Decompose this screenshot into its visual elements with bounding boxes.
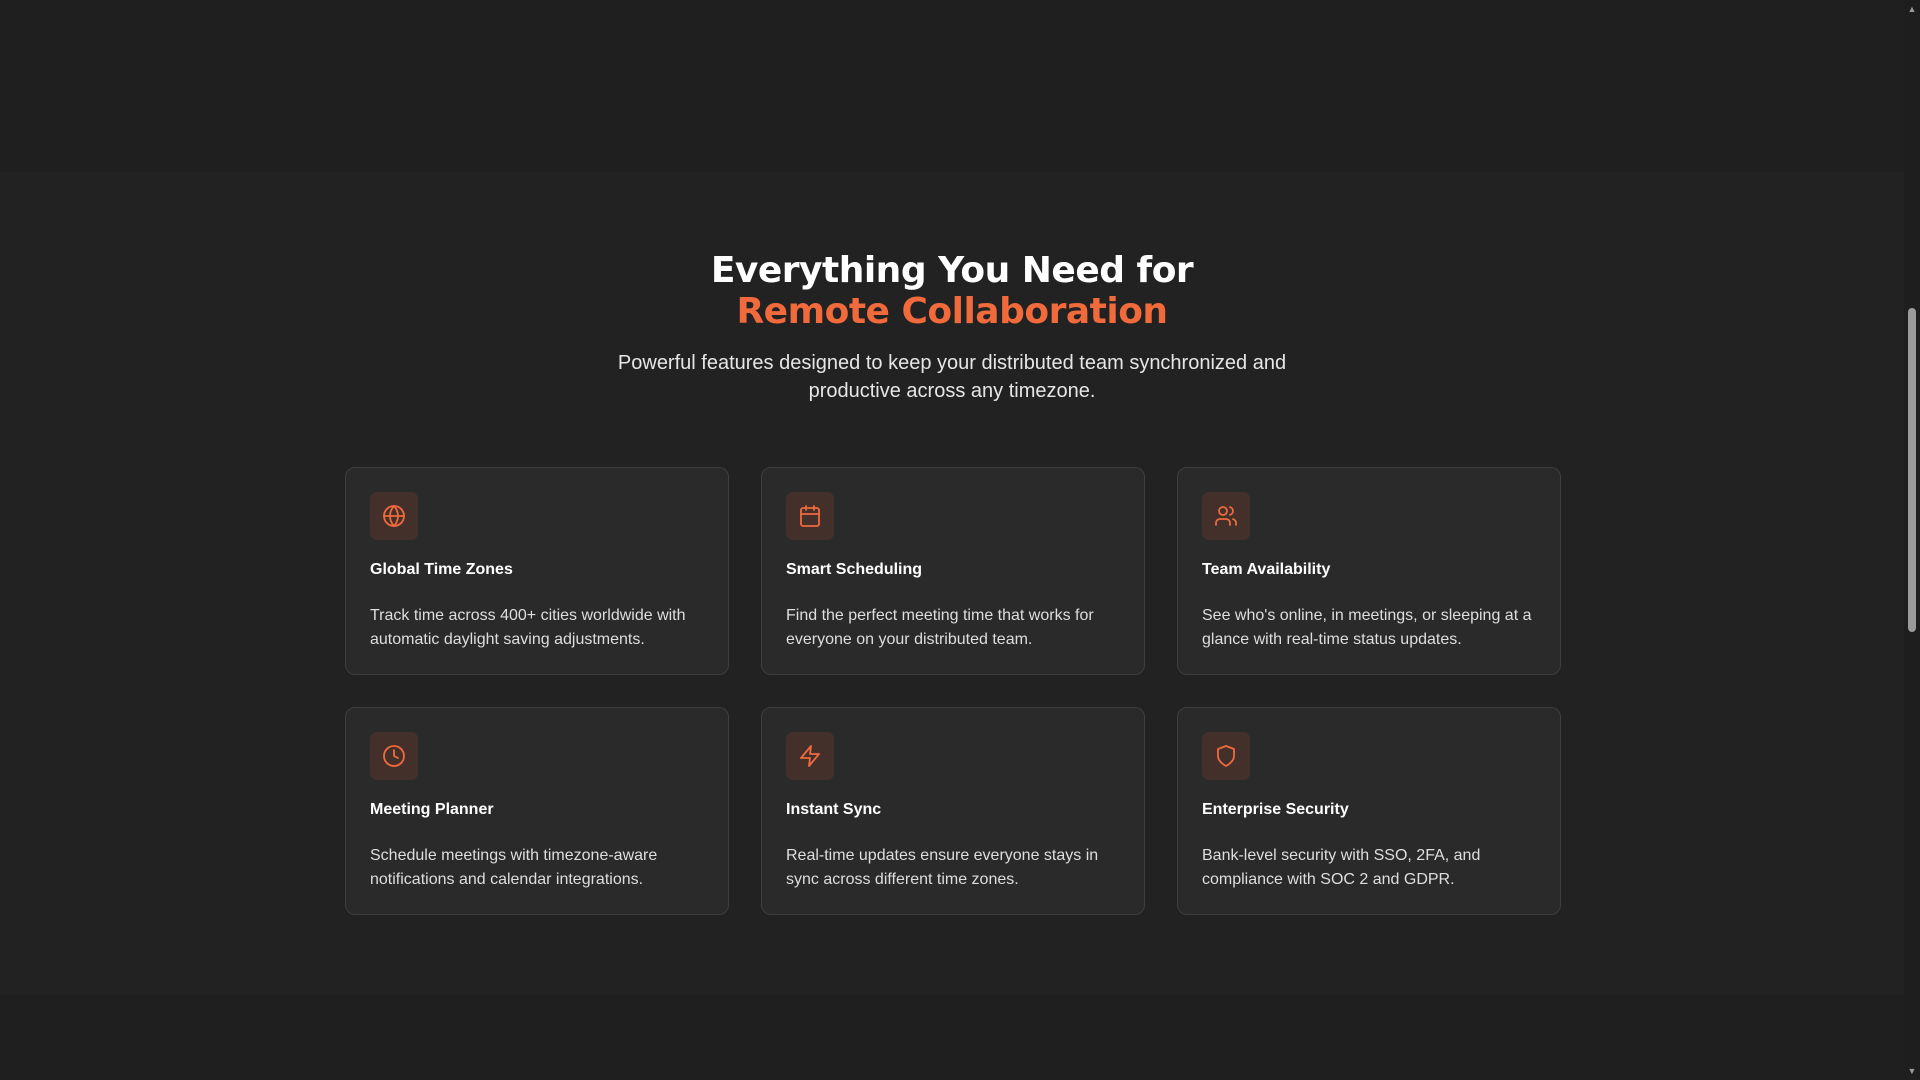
section-subtitle: Powerful features designed to keep your …: [617, 352, 1287, 402]
feature-title: Team Availability: [1202, 561, 1331, 578]
calendar-icon: [786, 492, 834, 540]
feature-title: Instant Sync: [786, 801, 882, 818]
feature-card-enterprise-security: Enterprise Security Bank-level security …: [1177, 707, 1561, 915]
section-heading: Everything You Need for Remote Collabora…: [0, 250, 1904, 332]
feature-card-meeting-planner: Meeting Planner Schedule meetings with t…: [345, 707, 729, 915]
scroll-down-arrow-icon[interactable]: ▼: [1904, 1064, 1920, 1078]
shield-icon: [1202, 732, 1250, 780]
scrollbar-thumb[interactable]: [1908, 308, 1916, 632]
users-icon: [1202, 492, 1250, 540]
lightning-icon: [786, 732, 834, 780]
feature-description: Track time across 400+ cities worldwide …: [370, 607, 686, 648]
feature-title: Smart Scheduling: [786, 561, 923, 578]
vertical-scrollbar[interactable]: ▲ ▼: [1904, 0, 1920, 1080]
clock-icon: [370, 732, 418, 780]
feature-card-instant-sync: Instant Sync Real-time updates ensure ev…: [761, 707, 1145, 915]
features-grid: Global Time Zones Track time across 400+…: [345, 467, 1561, 915]
top-band: [0, 0, 1904, 172]
bottom-band: [0, 995, 1904, 1080]
feature-description: Find the perfect meeting time that works…: [786, 607, 1094, 648]
feature-card-global-time-zones: Global Time Zones Track time across 400+…: [345, 467, 729, 675]
feature-title: Meeting Planner: [370, 801, 494, 818]
feature-description: See who's online, in meetings, or sleepi…: [1202, 607, 1532, 648]
scroll-up-arrow-icon[interactable]: ▲: [1904, 2, 1920, 16]
feature-title: Enterprise Security: [1202, 801, 1349, 818]
page: Everything You Need for Remote Collabora…: [0, 0, 1920, 1080]
heading-line-1: Everything You Need for: [710, 250, 1194, 291]
feature-title: Global Time Zones: [370, 561, 513, 578]
globe-icon: [370, 492, 418, 540]
feature-description: Real-time updates ensure everyone stays …: [786, 847, 1099, 888]
heading-line-2-highlight: Remote Collaboration: [736, 291, 1168, 332]
feature-card-team-availability: Team Availability See who's online, in m…: [1177, 467, 1561, 675]
feature-card-smart-scheduling: Smart Scheduling Find the perfect meetin…: [761, 467, 1145, 675]
feature-description: Bank-level security with SSO, 2FA, and c…: [1202, 847, 1481, 888]
feature-description: Schedule meetings with timezone-aware no…: [370, 847, 658, 888]
